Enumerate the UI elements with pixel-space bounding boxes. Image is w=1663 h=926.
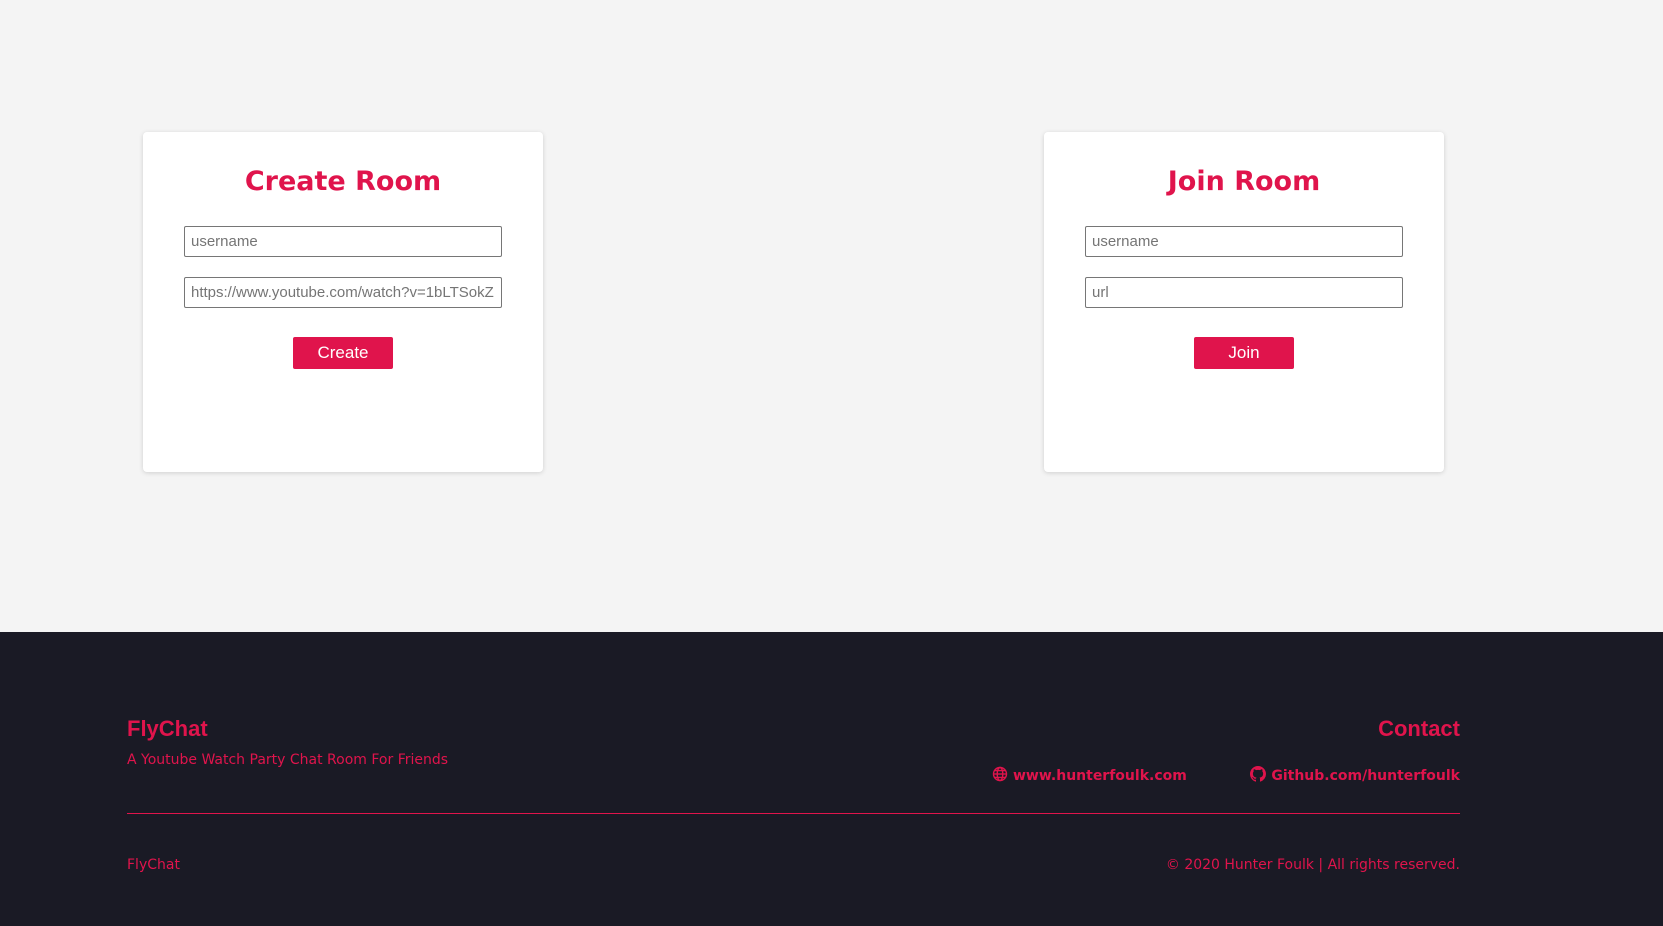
join-room-card: Join Room Join: [1044, 132, 1444, 472]
github-link[interactable]: Github.com/hunterfoulk: [1250, 766, 1460, 786]
footer: FlyChat A Youtube Watch Party Chat Room …: [0, 632, 1663, 926]
github-link-label: Github.com/hunterfoulk: [1271, 768, 1460, 784]
github-icon: [1250, 766, 1267, 786]
create-url-input[interactable]: [184, 277, 502, 308]
contact-title: Contact: [1378, 716, 1460, 741]
join-button[interactable]: Join: [1194, 337, 1294, 369]
website-link[interactable]: www.hunterfoulk.com: [992, 766, 1187, 786]
footer-tagline: A Youtube Watch Party Chat Room For Frie…: [127, 752, 449, 768]
copyright-text: © 2020 Hunter Foulk | All rights reserve…: [1165, 857, 1460, 873]
create-room-card: Create Room Create: [143, 132, 543, 472]
website-link-label: www.hunterfoulk.com: [1013, 768, 1187, 784]
join-room-title: Join Room: [1167, 166, 1321, 197]
join-username-input[interactable]: [1085, 226, 1403, 257]
create-button[interactable]: Create: [293, 337, 393, 369]
create-room-title: Create Room: [244, 166, 442, 197]
join-url-input[interactable]: [1085, 277, 1403, 308]
footer-divider: [127, 813, 1460, 814]
create-username-input[interactable]: [184, 226, 502, 257]
main-content: Create Room Create Join Room Join: [0, 0, 1663, 632]
footer-bottom-brand: FlyChat: [127, 857, 180, 873]
footer-brand: FlyChat: [127, 716, 208, 741]
globe-icon: [992, 766, 1008, 786]
